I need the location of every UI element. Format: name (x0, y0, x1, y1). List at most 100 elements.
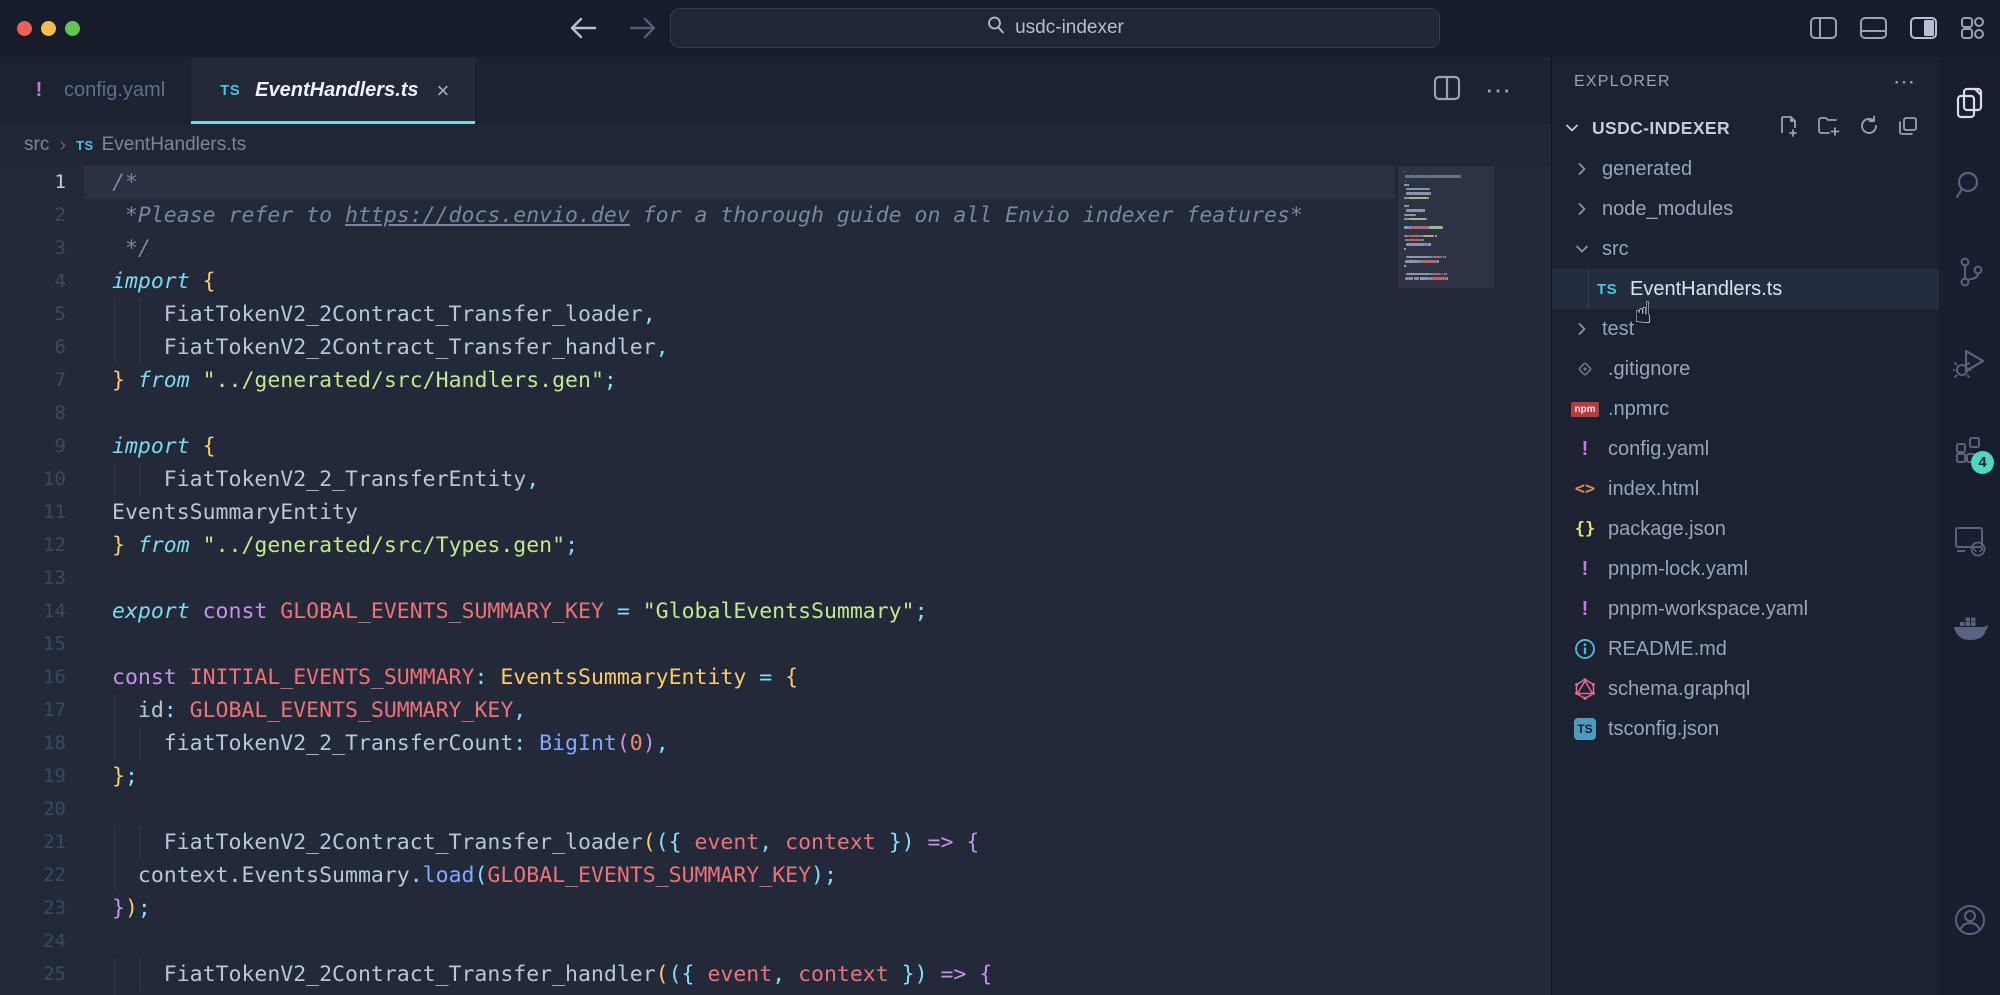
file-tsconfig-json[interactable]: TStsconfig.json (1552, 709, 1939, 749)
line-number[interactable]: 4 (0, 265, 66, 298)
code-line-19[interactable]: 19}; (0, 760, 1551, 793)
editor-more-actions-icon[interactable]: ⋯ (1485, 75, 1511, 106)
toggle-primary-sidebar-icon[interactable] (1809, 15, 1838, 41)
breadcrumb-item[interactable]: src (24, 134, 49, 156)
code-line-16[interactable]: 16const INITIAL_EVENTS_SUMMARY: EventsSu… (0, 661, 1551, 694)
line-number[interactable]: 5 (0, 298, 66, 331)
code-line-23[interactable]: 23}); (0, 892, 1551, 925)
file-index-html[interactable]: <>index.html (1552, 469, 1939, 509)
line-number[interactable]: 19 (0, 760, 66, 793)
code-line-25[interactable]: 25 FiatTokenV2_2Contract_Transfer_handle… (0, 958, 1551, 991)
code-line-10[interactable]: 10 FiatTokenV2_2_TransferEntity, (0, 463, 1551, 496)
code-line-26[interactable]: 26 const summary = context.EventsSummary… (0, 991, 1551, 995)
line-number[interactable]: 11 (0, 496, 66, 529)
code-line-2[interactable]: 2 *Please refer to https://docs.envio.de… (0, 199, 1551, 232)
search-icon[interactable] (1939, 157, 2000, 213)
code-editor[interactable]: 1/*2 *Please refer to https://docs.envio… (0, 166, 1551, 995)
code-line-17[interactable]: 17 id: GLOBAL_EVENTS_SUMMARY_KEY, (0, 694, 1551, 727)
line-number[interactable]: 14 (0, 595, 66, 628)
file-config-yaml[interactable]: !config.yaml (1552, 429, 1939, 469)
file-readme-md[interactable]: README.md (1552, 629, 1939, 669)
code-line-22[interactable]: 22 context.EventsSummary.load(GLOBAL_EVE… (0, 859, 1551, 892)
line-number[interactable]: 7 (0, 364, 66, 397)
code-line-18[interactable]: 18 fiatTokenV2_2_TransferCount: BigInt(0… (0, 727, 1551, 760)
line-number[interactable]: 22 (0, 859, 66, 892)
file-schema-graphql[interactable]: schema.graphql (1552, 669, 1939, 709)
line-number[interactable]: 9 (0, 430, 66, 463)
run-debug-icon[interactable] (1939, 334, 2000, 390)
file--npmrc[interactable]: npm.npmrc (1552, 389, 1939, 429)
minimap[interactable] (1398, 166, 1494, 288)
code-line-11[interactable]: 11EventsSummaryEntity (0, 496, 1551, 529)
line-number[interactable]: 20 (0, 793, 66, 826)
line-number[interactable]: 15 (0, 628, 66, 661)
zoom-window-button[interactable] (65, 21, 80, 36)
code-line-9[interactable]: 9import { (0, 430, 1551, 463)
minimize-window-button[interactable] (41, 21, 56, 36)
code-line-1[interactable]: 1/* (0, 166, 1551, 199)
folder-node_modules[interactable]: node_modules (1552, 189, 1939, 229)
tab-eventhandlers-ts[interactable]: TSEventHandlers.ts× (191, 57, 475, 124)
folder-src[interactable]: src (1552, 229, 1939, 269)
toggle-panel-icon[interactable] (1859, 15, 1888, 41)
line-number[interactable]: 1 (0, 166, 66, 199)
file-eventhandlers-ts[interactable]: TSEventHandlers.ts (1552, 269, 1939, 309)
collapse-folders-icon[interactable] (1897, 115, 1919, 142)
code-line-12[interactable]: 12} from "../generated/src/Types.gen"; (0, 529, 1551, 562)
code-line-21[interactable]: 21 FiatTokenV2_2Contract_Transfer_loader… (0, 826, 1551, 859)
new-file-icon[interactable] (1778, 115, 1800, 142)
remote-explorer-icon[interactable] (1939, 513, 2000, 569)
close-window-button[interactable] (17, 21, 32, 36)
line-number[interactable]: 26 (0, 991, 66, 995)
close-tab-icon[interactable]: × (437, 78, 450, 104)
customize-layout-icon[interactable] (1959, 14, 1986, 42)
explorer-icon[interactable] (1939, 75, 2000, 131)
code-line-14[interactable]: 14export const GLOBAL_EVENTS_SUMMARY_KEY… (0, 595, 1551, 628)
file--gitignore[interactable]: .gitignore (1552, 349, 1939, 389)
code-line-7[interactable]: 7} from "../generated/src/Handlers.gen"; (0, 364, 1551, 397)
code-line-3[interactable]: 3 */ (0, 232, 1551, 265)
line-number[interactable]: 2 (0, 199, 66, 232)
line-number[interactable]: 24 (0, 925, 66, 958)
breadcrumb-item[interactable]: TSEventHandlers.ts (76, 134, 246, 156)
docker-icon[interactable] (1939, 600, 2000, 656)
file-pnpm-workspace-yaml[interactable]: !pnpm-workspace.yaml (1552, 589, 1939, 629)
line-number[interactable]: 12 (0, 529, 66, 562)
workspace-section-header[interactable]: USDC-INDEXER (1552, 107, 1939, 149)
folder-generated[interactable]: generated (1552, 149, 1939, 189)
code-line-24[interactable]: 24 (0, 925, 1551, 958)
navigate-forward-icon[interactable] (626, 11, 660, 45)
line-number[interactable]: 10 (0, 463, 66, 496)
split-editor-icon[interactable] (1433, 75, 1461, 106)
code-line-5[interactable]: 5 FiatTokenV2_2Contract_Transfer_loader, (0, 298, 1551, 331)
line-number[interactable]: 23 (0, 892, 66, 925)
code-line-15[interactable]: 15 (0, 628, 1551, 661)
explorer-more-actions-icon[interactable]: ⋯ (1893, 69, 1917, 95)
refresh-explorer-icon[interactable] (1858, 115, 1880, 142)
line-number[interactable]: 21 (0, 826, 66, 859)
file-pnpm-lock-yaml[interactable]: !pnpm-lock.yaml (1552, 549, 1939, 589)
file-package-json[interactable]: {}package.json (1552, 509, 1939, 549)
code-line-20[interactable]: 20 (0, 793, 1551, 826)
tab-config-yaml[interactable]: !config.yaml (0, 57, 191, 124)
line-number[interactable]: 18 (0, 727, 66, 760)
code-line-13[interactable]: 13 (0, 562, 1551, 595)
code-line-4[interactable]: 4import { (0, 265, 1551, 298)
source-control-icon[interactable] (1939, 244, 2000, 300)
code-line-6[interactable]: 6 FiatTokenV2_2Contract_Transfer_handler… (0, 331, 1551, 364)
line-number[interactable]: 3 (0, 232, 66, 265)
code-line-8[interactable]: 8 (0, 397, 1551, 430)
extensions-icon[interactable]: 4 (1939, 420, 2000, 476)
line-number[interactable]: 16 (0, 661, 66, 694)
line-number[interactable]: 8 (0, 397, 66, 430)
account-icon[interactable] (1939, 892, 2000, 948)
line-number[interactable]: 13 (0, 562, 66, 595)
line-number[interactable]: 6 (0, 331, 66, 364)
toggle-secondary-sidebar-icon[interactable] (1909, 15, 1938, 41)
line-number[interactable]: 25 (0, 958, 66, 991)
line-number[interactable]: 17 (0, 694, 66, 727)
navigate-back-icon[interactable] (566, 11, 600, 45)
folder-test[interactable]: test (1552, 309, 1939, 349)
breadcrumb[interactable]: src›TSEventHandlers.ts (0, 124, 1551, 166)
new-folder-icon[interactable] (1817, 115, 1841, 142)
